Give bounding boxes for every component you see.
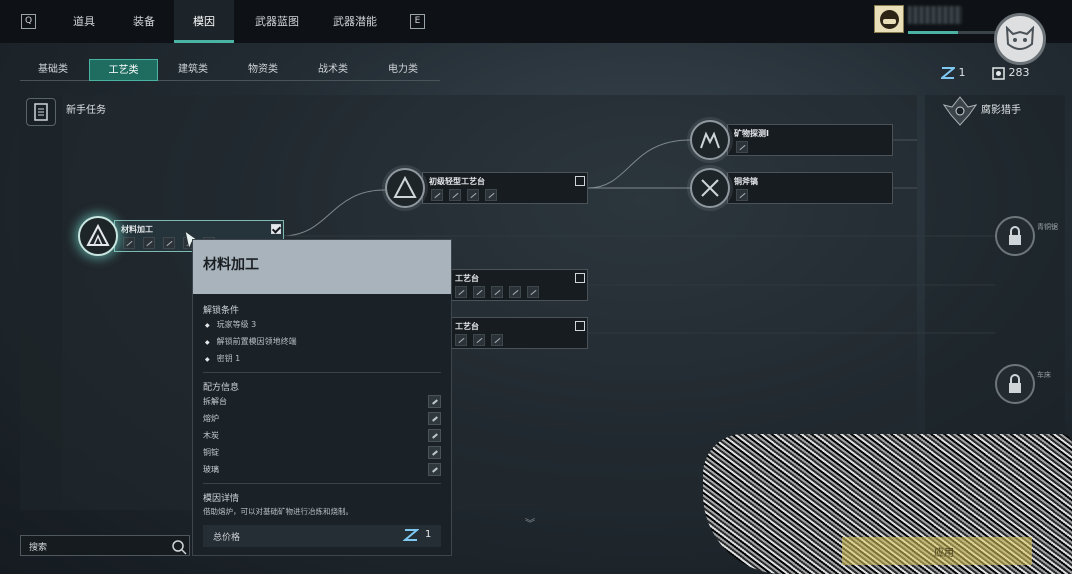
recipe-slot-icon — [527, 286, 539, 298]
node-material-title: 材料加工 — [121, 225, 153, 234]
node-mid1-checkbox[interactable] — [575, 273, 585, 283]
total-price-row: 总价格 1 — [203, 525, 441, 547]
recipe-item: 熔炉 — [203, 414, 219, 423]
node-material-checkbox[interactable] — [271, 224, 281, 234]
divider — [203, 372, 441, 373]
apply-button-label: 应用 — [934, 548, 954, 559]
locked-node-lathe[interactable]: 车床 — [995, 364, 1051, 404]
node-tooltip: 材料加工 解锁条件 玩家等级 3 解锁前置模因领地终端 密钥 1 配方信息 拆解… — [192, 239, 452, 556]
chevron-down-icon[interactable]: ︾ — [525, 515, 535, 530]
total-price-value: 1 — [425, 529, 432, 540]
recipe-heading: 配方信息 — [203, 383, 240, 393]
node-workbench-title: 初级轻型工艺台 — [429, 177, 485, 186]
apply-button[interactable]: 应用 — [842, 537, 1032, 565]
locked-node-label: 车床 — [1037, 371, 1051, 379]
recipe-slot-icon — [449, 189, 461, 201]
node-mid2-title: 工艺台 — [455, 322, 479, 331]
recipe-slot-icon — [455, 334, 467, 346]
crossed-axes-icon[interactable] — [690, 168, 730, 208]
recipe-slot-icon — [163, 237, 175, 249]
recipe-slot-icon — [736, 141, 748, 153]
node-workbench-bar[interactable]: 初级轻型工艺台 — [422, 172, 588, 204]
detail-heading: 模因详情 — [203, 494, 240, 504]
search-icon[interactable] — [171, 539, 187, 555]
recipe-slot-icon — [485, 189, 497, 201]
recipe-slot-icon — [509, 286, 521, 298]
locked-node-bronze-saw[interactable]: 青铜锯 — [995, 216, 1058, 256]
node-workbench-checkbox[interactable] — [575, 176, 585, 186]
recipe-item-icon — [428, 463, 441, 476]
workbench-tent-icon[interactable] — [385, 168, 425, 208]
tent-icon[interactable] — [78, 216, 118, 256]
tooltip-header: 材料加工 — [193, 240, 451, 294]
detail-text: 借助熔炉，可以对基础矿物进行冶炼和烧制。 — [203, 507, 353, 516]
unlock-heading: 解锁条件 — [203, 306, 240, 316]
recipe-slot-icon — [491, 286, 503, 298]
meme-point-icon — [403, 529, 419, 541]
tooltip-title: 材料加工 — [203, 257, 259, 273]
detector-icon[interactable] — [690, 120, 730, 160]
node-mid1-title: 工艺台 — [455, 274, 479, 283]
search-placeholder: 搜索 — [29, 543, 48, 553]
unlock-condition: 密钥 1 — [205, 353, 241, 364]
total-price-label: 总价格 — [213, 533, 241, 543]
recipe-slot-icon — [123, 237, 135, 249]
recipe-item-icon — [428, 412, 441, 425]
unlock-condition: 解锁前置模因领地终端 — [205, 336, 297, 347]
search-input[interactable]: 搜索 — [20, 535, 190, 556]
recipe-slot-icon — [473, 286, 485, 298]
node-mineral-title: 矿物探测Ⅰ — [734, 129, 769, 138]
recipe-item: 铜锭 — [203, 448, 219, 457]
locked-node-label: 青铜锯 — [1037, 223, 1058, 231]
recipe-item: 木炭 — [203, 431, 219, 440]
recipe-item-icon — [428, 446, 441, 459]
recipe-item-icon — [428, 429, 441, 442]
recipe-slot-icon — [491, 334, 503, 346]
unlock-condition: 玩家等级 3 — [205, 319, 257, 330]
lock-icon — [1009, 374, 1021, 393]
recipe-item: 拆解台 — [203, 397, 227, 406]
node-axe-bar[interactable]: 铜斧镐 — [727, 172, 893, 204]
recipe-slot-icon — [455, 286, 467, 298]
recipe-slot-icon — [467, 189, 479, 201]
divider — [203, 483, 441, 484]
recipe-item: 玻璃 — [203, 465, 219, 474]
node-axe-title: 铜斧镐 — [734, 177, 758, 186]
recipe-slot-icon — [736, 189, 748, 201]
recipe-slot-icon — [431, 189, 443, 201]
recipe-item-icon — [428, 395, 441, 408]
lock-icon — [1009, 226, 1021, 245]
node-mineral-bar[interactable]: 矿物探测Ⅰ — [727, 124, 893, 156]
recipe-slot-icon — [473, 334, 485, 346]
node-mid2-checkbox[interactable] — [575, 321, 585, 331]
recipe-slot-icon — [143, 237, 155, 249]
